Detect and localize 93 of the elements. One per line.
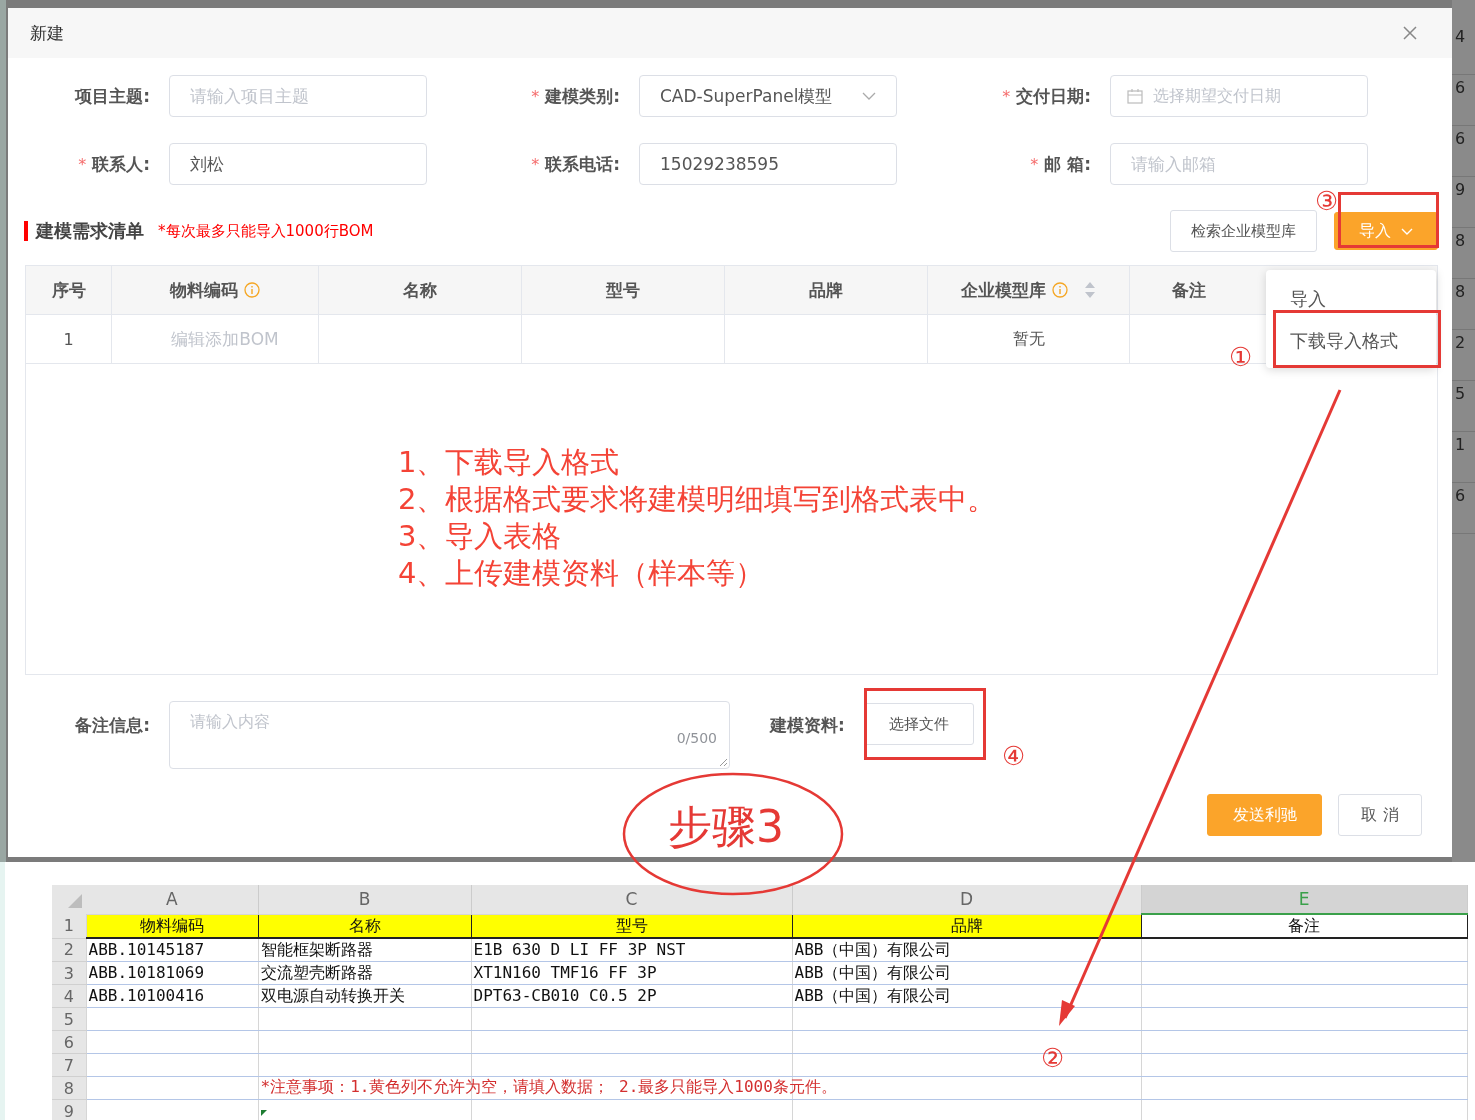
note-text: *注意事项：1.黄色列不允许为空，请填入数据； 2.最多只能导入1000条元件。 <box>260 1077 837 1097</box>
row-number[interactable]: 3 <box>52 961 86 985</box>
section-title: 建模需求清单 <box>36 219 144 243</box>
cell-value: 6 <box>1452 483 1475 534</box>
calendar-icon <box>1127 88 1143 104</box>
field-label: 交付日期: <box>1016 84 1091 108</box>
sheet-cell: 型号 <box>471 914 792 938</box>
cell-value: 6 <box>1452 75 1475 126</box>
required-mark: * <box>1030 154 1039 174</box>
column-header: 企业模型库 <box>961 278 1046 302</box>
instruction-text: 4、上传建模资料（样本等） <box>398 555 766 592</box>
select-field[interactable]: CAD-SuperPanel模型 <box>639 75 897 117</box>
sheet-cell: 品牌 <box>792 914 1141 938</box>
input-field[interactable]: 请输入项目主题 <box>169 75 427 117</box>
accent-bar <box>24 221 28 241</box>
required-mark: * <box>531 86 540 106</box>
search-library-button[interactable]: 检索企业模型库 <box>1170 210 1317 252</box>
row-number[interactable]: 2 <box>52 938 86 962</box>
field-label: 备注信息: <box>74 713 150 737</box>
cell-value: 5 <box>1452 381 1475 432</box>
row-number[interactable]: 4 <box>52 984 86 1008</box>
cell-value: 8 <box>1452 228 1475 279</box>
sheet-cell: 物料编码 <box>86 914 258 938</box>
sheet-cell: ABB.10145187 <box>86 938 258 962</box>
column-header: 序号 <box>51 278 86 302</box>
cell-value: 2 <box>1452 330 1475 381</box>
input-field[interactable]: 刘松 <box>169 143 427 185</box>
step-marker: ① <box>1229 342 1253 372</box>
step-label: 步骤3 <box>668 800 784 854</box>
input-field[interactable]: 15029238595 <box>639 143 897 185</box>
row-number[interactable]: 7 <box>52 1053 86 1077</box>
column-letter[interactable]: A <box>86 885 258 914</box>
input-field[interactable]: 请输入邮箱 <box>1110 143 1368 185</box>
sheet-cell: XT1N160 TMF16 FF 3P <box>471 961 792 985</box>
cell-value: 4 <box>1452 24 1475 75</box>
sheet-cell: 交流塑壳断路器 <box>258 961 471 985</box>
column-letter[interactable]: D <box>792 885 1141 914</box>
cancel-button[interactable]: 取 消 <box>1338 794 1422 836</box>
field-label: 建模资料: <box>770 714 845 737</box>
dialog-title: 新建 <box>30 21 64 45</box>
instruction-text: 1、下载导入格式 <box>398 444 621 481</box>
column-header: 名称 <box>403 278 437 302</box>
sheet-cell: E1B 630 D LI FF 3P NST <box>471 938 792 962</box>
column-letter[interactable]: B <box>258 885 471 914</box>
required-mark: * <box>1002 86 1011 106</box>
step-marker: ② <box>1041 1043 1065 1073</box>
sheet-cell: 备注 <box>1141 914 1467 938</box>
field-label: 联系人: <box>92 152 150 176</box>
step-marker: ④ <box>1002 741 1026 771</box>
required-mark: * <box>78 154 87 174</box>
select-value: CAD-SuperPanel模型 <box>660 84 833 108</box>
sheet-cell: ABB.10100416 <box>86 984 258 1008</box>
close-icon <box>1402 25 1418 41</box>
table-cell: 1 <box>63 329 74 349</box>
column-header: 品牌 <box>809 278 843 302</box>
required-mark: * <box>531 154 540 174</box>
placeholder-text: 选择期望交付日期 <box>1153 85 1281 107</box>
instruction-text: 2、根据格式要求将建模明细填写到格式表中。 <box>398 481 998 518</box>
sheet-cell: 双电源自动转换开关 <box>258 984 471 1008</box>
section-note: *每次最多只能导入1000行BOM <box>158 221 374 241</box>
cell-marker-icon <box>260 1110 267 1117</box>
resize-grip-icon <box>720 759 727 766</box>
column-header: 备注 <box>1171 278 1206 302</box>
row-number[interactable]: 5 <box>52 1007 86 1031</box>
sheet-cell: 智能框架断路器 <box>258 938 471 962</box>
instruction-text: 3、导入表格 <box>398 518 563 555</box>
cell-value: 6 <box>1452 126 1475 177</box>
select-all-icon <box>68 894 82 908</box>
cell-value: 1 <box>1452 432 1475 483</box>
column-header: 型号 <box>606 278 640 302</box>
text-area[interactable]: 请输入内容 0/500 <box>169 701 730 769</box>
field-label: 项目主题: <box>75 84 150 108</box>
column-letter[interactable]: C <box>471 885 792 914</box>
field-label: 建模类别: <box>545 84 620 108</box>
sheet-cell: ABB.10181069 <box>86 961 258 985</box>
column-header: 物料编码 <box>170 278 238 302</box>
row-number[interactable]: 6 <box>52 1030 86 1054</box>
sheet-cell: DPT63-CB010 C0.5 2P <box>471 984 792 1008</box>
chevron-down-icon <box>862 92 876 100</box>
field-label: 联系电话: <box>545 152 620 176</box>
cell-value: 9 <box>1452 177 1475 228</box>
row-number[interactable]: 9 <box>52 1099 86 1120</box>
row-number[interactable]: 8 <box>52 1076 86 1100</box>
cell-value: 8 <box>1452 279 1475 330</box>
chevron-down-icon <box>1401 227 1413 235</box>
character-counter: 0/500 <box>676 730 717 746</box>
row-number[interactable]: 1 <box>52 914 86 938</box>
placeholder-text: 请输入内容 <box>190 712 270 733</box>
sheet-cell: ABB（中国）有限公司 <box>792 938 1141 962</box>
sheet-cell: 名称 <box>258 914 471 938</box>
table-cell: 暂无 <box>1012 328 1045 348</box>
sheet-cell: ABB（中国）有限公司 <box>792 961 1141 985</box>
field-label: 邮 箱: <box>1044 152 1091 176</box>
